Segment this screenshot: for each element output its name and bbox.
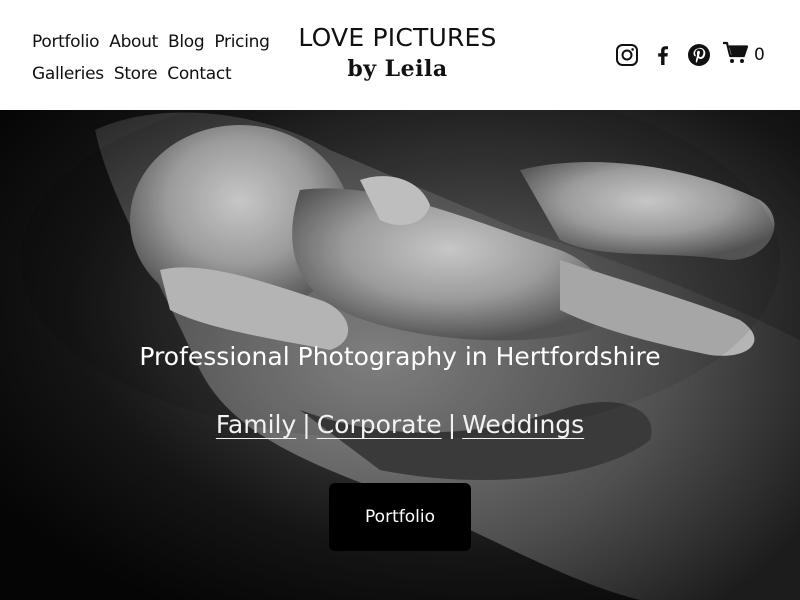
nav-item-pricing[interactable]: Pricing bbox=[214, 26, 270, 58]
portfolio-button[interactable]: Portfolio bbox=[329, 483, 471, 551]
instagram-icon[interactable] bbox=[612, 40, 642, 70]
social-links: 0 bbox=[612, 38, 765, 72]
cart-icon bbox=[722, 41, 750, 70]
hero-headline: Professional Photography in Hertfordshir… bbox=[139, 342, 661, 371]
main-nav: Portfolio About Blog Pricing Galleries S… bbox=[32, 26, 282, 90]
weddings-link[interactable]: Weddings bbox=[462, 410, 584, 439]
site-header: Portfolio About Blog Pricing Galleries S… bbox=[0, 0, 800, 110]
corporate-link[interactable]: Corporate bbox=[317, 410, 442, 439]
cart-button[interactable]: 0 bbox=[722, 41, 765, 70]
nav-item-about[interactable]: About bbox=[109, 26, 158, 58]
pinterest-icon[interactable] bbox=[684, 40, 714, 70]
link-separator: | bbox=[447, 410, 457, 439]
nav-item-portfolio[interactable]: Portfolio bbox=[32, 26, 100, 58]
nav-item-galleries[interactable]: Galleries bbox=[32, 58, 104, 90]
logo-title: LOVE PICTURES bbox=[298, 23, 497, 52]
cart-count: 0 bbox=[754, 45, 765, 65]
nav-item-blog[interactable]: Blog bbox=[168, 26, 205, 58]
logo-subtitle: by Leila bbox=[347, 56, 448, 82]
site-logo[interactable]: LOVE PICTURES by Leila bbox=[290, 22, 505, 84]
hero-section: Professional Photography in Hertfordshir… bbox=[0, 110, 800, 600]
link-separator: | bbox=[302, 410, 311, 439]
hero-category-links: Family | Corporate | Weddings bbox=[0, 410, 800, 439]
nav-item-contact[interactable]: Contact bbox=[167, 58, 231, 90]
family-link[interactable]: Family bbox=[216, 410, 296, 439]
nav-item-store[interactable]: Store bbox=[114, 58, 158, 90]
facebook-icon[interactable] bbox=[648, 40, 678, 70]
